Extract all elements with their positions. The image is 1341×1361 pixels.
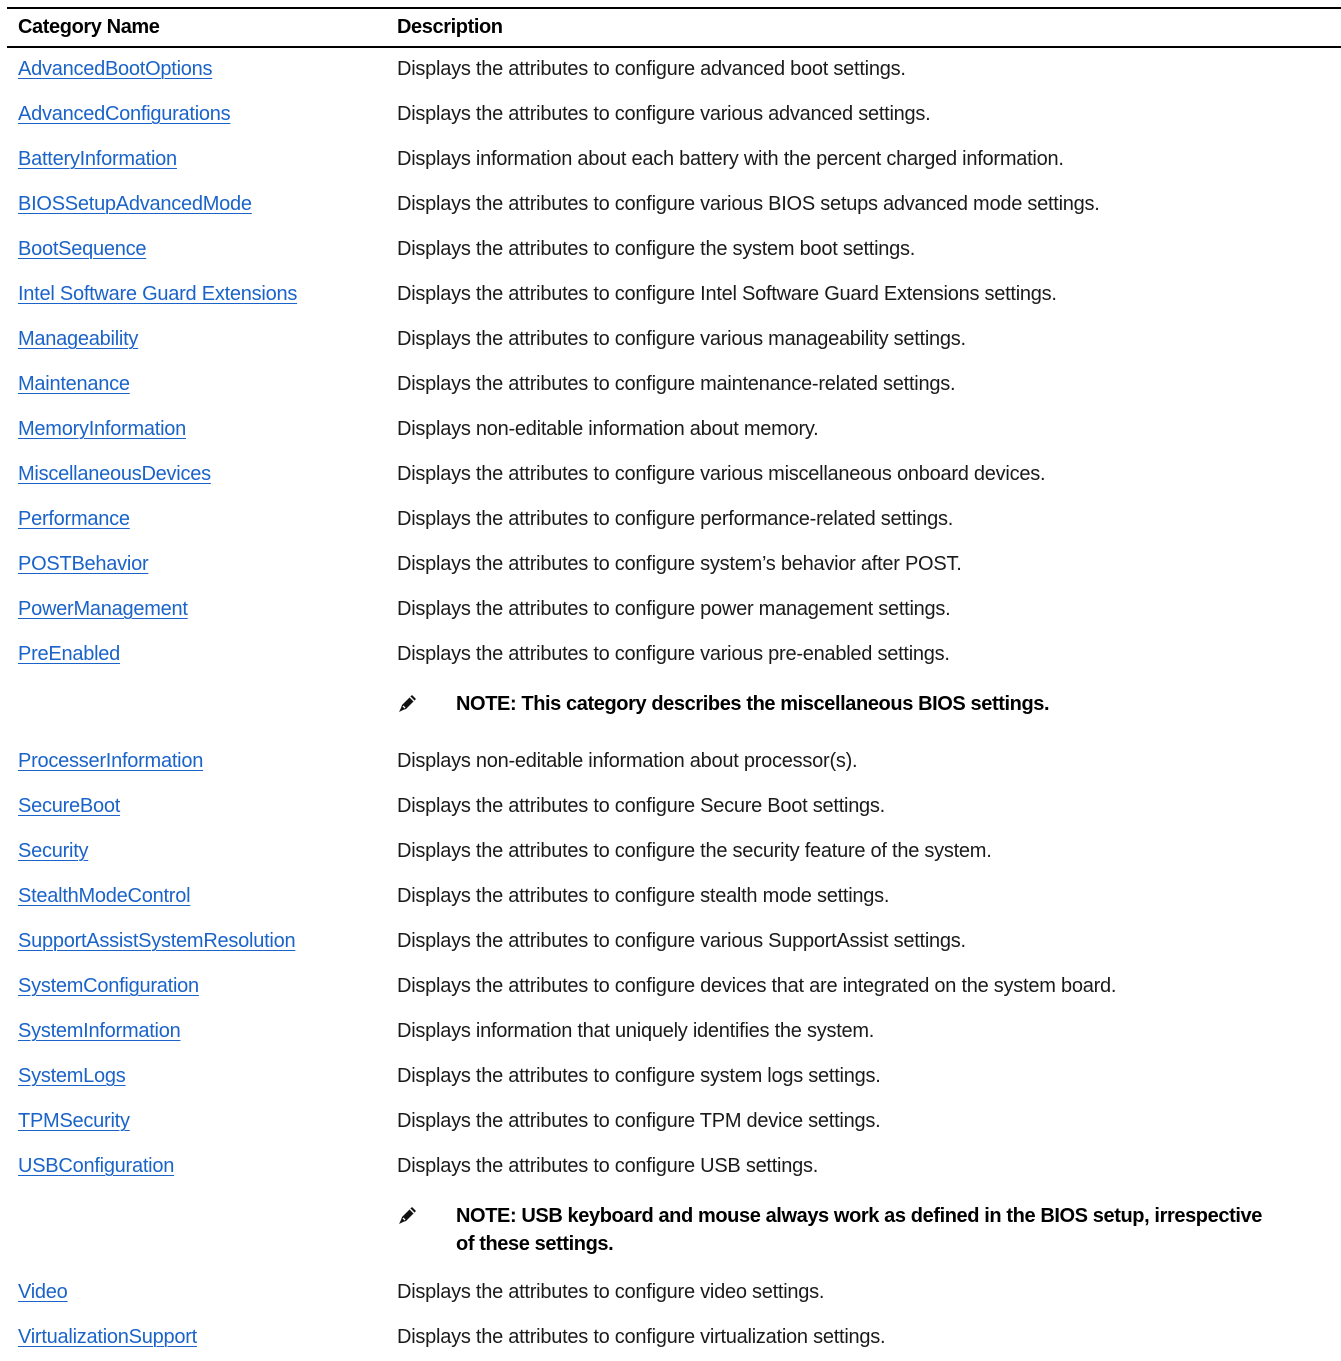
category-link[interactable]: USBConfiguration	[18, 1155, 174, 1178]
table-row: USBConfiguration Displays the attributes …	[7, 1145, 1341, 1271]
table-row: StealthModeControl Displays the attribute…	[7, 875, 1341, 920]
category-description: Displays the attributes to configure Int…	[397, 283, 1057, 305]
category-table: Category Name Description AdvancedBootOp…	[7, 7, 1341, 1361]
category-link[interactable]: AdvancedBootOptions	[18, 58, 213, 81]
category-description: Displays the attributes to configure per…	[397, 508, 954, 530]
category-description: Displays non-editable information about …	[397, 750, 858, 772]
table-row: MiscellaneousDevices Displays the attribu…	[7, 453, 1341, 498]
category-description: Displays information about each battery …	[397, 148, 1064, 170]
table-row: BootSequence Displays the attributes to c…	[7, 228, 1341, 273]
table-row: SupportAssistSystemResolution Displays th…	[7, 920, 1341, 965]
category-description: Displays the attributes to configure the…	[397, 238, 916, 260]
table-row: Video Displays the attributes to configur…	[7, 1271, 1341, 1316]
category-description: Displays the attributes to configure var…	[397, 193, 1100, 215]
table-row: SystemLogs Displays the attributes to con…	[7, 1055, 1341, 1100]
category-link[interactable]: BatteryInformation	[18, 148, 177, 171]
category-link[interactable]: PowerManagement	[18, 598, 188, 621]
pencil-note-icon	[397, 692, 419, 714]
category-link[interactable]: BIOSSetupAdvancedMode	[18, 193, 252, 216]
category-link[interactable]: SystemConfiguration	[18, 975, 199, 998]
category-description: Displays the attributes to configure vid…	[397, 1281, 825, 1303]
table-row: SystemConfiguration Displays the attribut…	[7, 965, 1341, 1010]
table-row: PowerManagement Displays the attributes t…	[7, 588, 1341, 633]
category-description: Displays the attributes to configure adv…	[397, 58, 906, 80]
table-row: Manageability Displays the attributes to …	[7, 318, 1341, 363]
table-row: ProcesserInformation Displays non-editabl…	[7, 740, 1341, 785]
category-link[interactable]: POSTBehavior	[18, 553, 149, 576]
table-row: POSTBehavior Displays the attributes to c…	[7, 543, 1341, 588]
table-row: MemoryInformation Displays non-editable i…	[7, 408, 1341, 453]
category-description: Displays the attributes to configure TPM…	[397, 1110, 881, 1132]
table-row: TPMSecurity Displays the attributes to co…	[7, 1100, 1341, 1145]
category-link[interactable]: Maintenance	[18, 373, 130, 396]
category-link[interactable]: Performance	[18, 508, 130, 531]
category-description: Displays the attributes to configure dev…	[397, 975, 1117, 997]
table-row: Performance Displays the attributes to co…	[7, 498, 1341, 543]
note-text: NOTE: USB keyboard and mouse always work…	[456, 1205, 1262, 1255]
table-row: AdvancedConfigurations Displays the attri…	[7, 93, 1341, 138]
category-link[interactable]: SystemLogs	[18, 1065, 126, 1088]
category-description: Displays the attributes to configure var…	[397, 463, 1046, 485]
table-row: Maintenance Displays the attributes to co…	[7, 363, 1341, 408]
category-description: Displays the attributes to configure pow…	[397, 598, 951, 620]
table-header: Category Name Description	[7, 7, 1341, 48]
table-row: VirtualizationSupport Displays the attrib…	[7, 1316, 1341, 1361]
table-row: SecureBoot Displays the attributes to con…	[7, 785, 1341, 830]
pencil-note-icon	[397, 1204, 419, 1226]
category-link[interactable]: SecureBoot	[18, 795, 120, 818]
category-description: Displays the attributes to configure USB…	[397, 1155, 819, 1177]
category-link[interactable]: Security	[18, 840, 89, 863]
category-description: Displays the attributes to configure var…	[397, 103, 931, 125]
category-link[interactable]: MiscellaneousDevices	[18, 463, 211, 486]
category-description: Displays information that uniquely ident…	[397, 1020, 875, 1042]
category-link[interactable]: PreEnabled	[18, 643, 120, 666]
table-body: AdvancedBootOptions Displays the attribut…	[7, 48, 1341, 1361]
header-description: Description	[397, 16, 503, 38]
category-description: Displays the attributes to configure sys…	[397, 1065, 881, 1087]
note-text: NOTE: This category describes the miscel…	[456, 693, 1050, 715]
category-description: Displays the attributes to configure sys…	[397, 553, 962, 575]
category-link[interactable]: VirtualizationSupport	[18, 1326, 197, 1349]
category-link[interactable]: Intel Software Guard Extensions	[18, 283, 297, 306]
category-description: Displays the attributes to configure var…	[397, 328, 966, 350]
table-row: AdvancedBootOptions Displays the attribut…	[7, 48, 1341, 93]
category-description: Displays the attributes to configure ste…	[397, 885, 890, 907]
table-row: Intel Software Guard Extensions Displays …	[7, 273, 1341, 318]
category-link[interactable]: Video	[18, 1281, 68, 1304]
category-link[interactable]: AdvancedConfigurations	[18, 103, 231, 126]
table-row: BIOSSetupAdvancedMode Displays the attrib…	[7, 183, 1341, 228]
table-row: BatteryInformation Displays information a…	[7, 138, 1341, 183]
category-description: Displays non-editable information about …	[397, 418, 819, 440]
table-row: Security Displays the attributes to confi…	[7, 830, 1341, 875]
category-description: Displays the attributes to configure var…	[397, 930, 966, 952]
table-row: SystemInformation Displays information th…	[7, 1010, 1341, 1055]
header-category-name: Category Name	[18, 16, 160, 38]
category-description: Displays the attributes to configure vir…	[397, 1326, 886, 1348]
category-link[interactable]: SupportAssistSystemResolution	[18, 930, 296, 953]
category-description: Displays the attributes to configure the…	[397, 840, 992, 862]
table-row: PreEnabled Displays the attributes to con…	[7, 633, 1341, 740]
category-link[interactable]: BootSequence	[18, 238, 146, 261]
category-description: Displays the attributes to configure var…	[397, 643, 950, 665]
category-link[interactable]: ProcesserInformation	[18, 750, 203, 773]
category-link[interactable]: TPMSecurity	[18, 1110, 130, 1133]
category-link[interactable]: MemoryInformation	[18, 418, 186, 441]
category-link[interactable]: SystemInformation	[18, 1020, 181, 1043]
document-page: Category Name Description AdvancedBootOp…	[0, 0, 1341, 1348]
category-description: Displays the attributes to configure mai…	[397, 373, 956, 395]
category-link[interactable]: Manageability	[18, 328, 138, 351]
category-link[interactable]: StealthModeControl	[18, 885, 191, 908]
category-description: Displays the attributes to configure Sec…	[397, 795, 885, 817]
